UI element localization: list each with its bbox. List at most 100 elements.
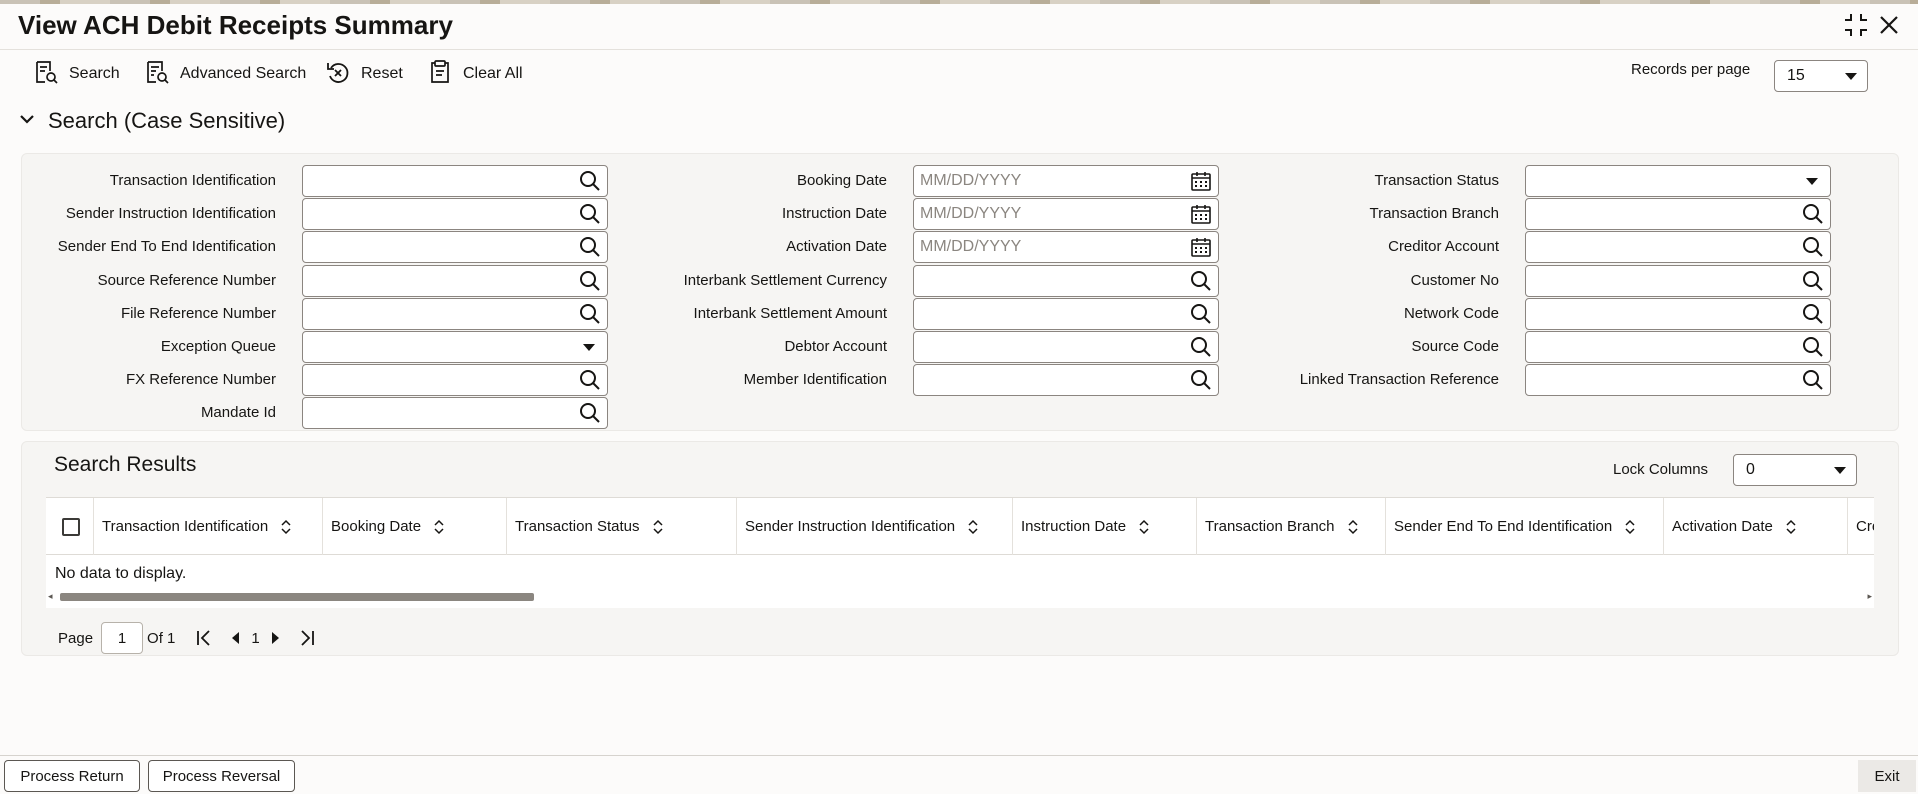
- activation-date-input[interactable]: [914, 232, 1184, 262]
- calendar-icon[interactable]: [1189, 169, 1213, 193]
- minimize-icon[interactable]: [1843, 12, 1869, 38]
- sender-instruction-identification-field[interactable]: [302, 198, 608, 230]
- sort-icon[interactable]: [1138, 519, 1150, 535]
- mandate-id-input[interactable]: [303, 398, 573, 428]
- search-icon[interactable]: [1801, 368, 1825, 392]
- horizontal-scrollbar[interactable]: ◂ ▸: [46, 591, 1874, 603]
- scrollbar-thumb[interactable]: [60, 593, 534, 601]
- column-header[interactable]: Transaction Branch: [1196, 498, 1385, 555]
- customer-no-input[interactable]: [1526, 266, 1796, 296]
- source-reference-number-field[interactable]: [302, 265, 608, 297]
- search-icon[interactable]: [578, 368, 602, 392]
- search-icon[interactable]: [578, 235, 602, 259]
- transaction-branch-field[interactable]: [1525, 198, 1831, 230]
- interbank-settlement-currency-input[interactable]: [914, 266, 1184, 296]
- creditor-account-field[interactable]: [1525, 231, 1831, 263]
- search-icon[interactable]: [1801, 302, 1825, 326]
- transaction-identification-input[interactable]: [303, 166, 573, 196]
- member-identification-input[interactable]: [914, 365, 1184, 395]
- scroll-left-icon[interactable]: ◂: [48, 591, 53, 602]
- lock-columns-select[interactable]: 0: [1733, 454, 1857, 486]
- sort-icon[interactable]: [1347, 519, 1359, 535]
- search-icon[interactable]: [578, 269, 602, 293]
- column-header[interactable]: Creditor A: [1847, 498, 1874, 555]
- file-reference-number-input[interactable]: [303, 299, 573, 329]
- search-icon[interactable]: [1801, 235, 1825, 259]
- select-all-checkbox[interactable]: [62, 518, 80, 536]
- sort-icon[interactable]: [1785, 519, 1797, 535]
- next-page-icon[interactable]: [264, 627, 286, 649]
- calendar-icon[interactable]: [1189, 202, 1213, 226]
- records-per-page-select[interactable]: 15: [1774, 60, 1868, 92]
- sort-icon[interactable]: [433, 519, 445, 535]
- network-code-field[interactable]: [1525, 298, 1831, 330]
- fx-reference-number-field[interactable]: [302, 364, 608, 396]
- creditor-account-input[interactable]: [1526, 232, 1796, 262]
- search-icon[interactable]: [1189, 302, 1213, 326]
- search-icon[interactable]: [1189, 335, 1213, 359]
- instruction-date-input[interactable]: [914, 199, 1184, 229]
- sender-end-to-end-identification-field[interactable]: [302, 231, 608, 263]
- previous-page-icon[interactable]: [225, 627, 247, 649]
- sort-icon[interactable]: [1624, 519, 1636, 535]
- reset-button[interactable]: Reset: [325, 56, 403, 92]
- linked-transaction-reference-field[interactable]: [1525, 364, 1831, 396]
- debtor-account-input[interactable]: [914, 332, 1184, 362]
- exception-queue-input[interactable]: [303, 332, 573, 362]
- source-code-field[interactable]: [1525, 331, 1831, 363]
- transaction-identification-field[interactable]: [302, 165, 608, 197]
- transaction-status-input[interactable]: [1526, 166, 1796, 196]
- advanced-search-button[interactable]: Advanced Search: [144, 56, 306, 92]
- column-header[interactable]: Transaction Identification: [93, 498, 322, 555]
- sort-icon[interactable]: [967, 519, 979, 535]
- booking-date-field[interactable]: [913, 165, 1219, 197]
- last-page-icon[interactable]: [296, 627, 318, 649]
- close-icon[interactable]: [1876, 12, 1902, 38]
- process-reversal-button[interactable]: Process Reversal: [148, 760, 295, 792]
- interbank-settlement-amount-field[interactable]: [913, 298, 1219, 330]
- member-identification-field[interactable]: [913, 364, 1219, 396]
- fx-reference-number-input[interactable]: [303, 365, 573, 395]
- search-icon[interactable]: [578, 169, 602, 193]
- booking-date-input[interactable]: [914, 166, 1184, 196]
- search-button[interactable]: Search: [33, 56, 120, 92]
- exception-queue-field[interactable]: [302, 331, 608, 363]
- search-section-toggle[interactable]: Search (Case Sensitive): [18, 108, 285, 134]
- column-header[interactable]: Sender End To End Identification: [1385, 498, 1663, 555]
- column-header[interactable]: Activation Date: [1663, 498, 1847, 555]
- calendar-icon[interactable]: [1189, 235, 1213, 259]
- chevron-down-icon[interactable]: [583, 344, 595, 351]
- sender-end-to-end-identification-input[interactable]: [303, 232, 573, 262]
- transaction-status-field[interactable]: [1525, 165, 1831, 197]
- column-header[interactable]: Instruction Date: [1012, 498, 1196, 555]
- source-code-input[interactable]: [1526, 332, 1796, 362]
- mandate-id-field[interactable]: [302, 397, 608, 429]
- search-icon[interactable]: [1801, 335, 1825, 359]
- chevron-down-icon[interactable]: [1806, 178, 1818, 185]
- page-input[interactable]: 1: [101, 622, 144, 654]
- interbank-settlement-amount-input[interactable]: [914, 299, 1184, 329]
- source-reference-number-input[interactable]: [303, 266, 573, 296]
- sort-icon[interactable]: [280, 519, 292, 535]
- debtor-account-field[interactable]: [913, 331, 1219, 363]
- scroll-right-icon[interactable]: ▸: [1867, 591, 1872, 602]
- sender-instruction-identification-input[interactable]: [303, 199, 573, 229]
- exit-button[interactable]: Exit: [1858, 760, 1916, 792]
- search-icon[interactable]: [1801, 269, 1825, 293]
- column-header[interactable]: Transaction Status: [506, 498, 736, 555]
- search-icon[interactable]: [578, 202, 602, 226]
- sort-icon[interactable]: [652, 519, 664, 535]
- column-header[interactable]: Sender Instruction Identification: [736, 498, 1012, 555]
- search-icon[interactable]: [1189, 368, 1213, 392]
- first-page-icon[interactable]: [193, 627, 215, 649]
- process-return-button[interactable]: Process Return: [4, 760, 140, 792]
- activation-date-field[interactable]: [913, 231, 1219, 263]
- file-reference-number-field[interactable]: [302, 298, 608, 330]
- customer-no-field[interactable]: [1525, 265, 1831, 297]
- interbank-settlement-currency-field[interactable]: [913, 265, 1219, 297]
- clear-all-button[interactable]: Clear All: [427, 56, 523, 92]
- column-header[interactable]: Booking Date: [322, 498, 506, 555]
- search-icon[interactable]: [1801, 202, 1825, 226]
- linked-transaction-reference-input[interactable]: [1526, 365, 1796, 395]
- search-icon[interactable]: [1189, 269, 1213, 293]
